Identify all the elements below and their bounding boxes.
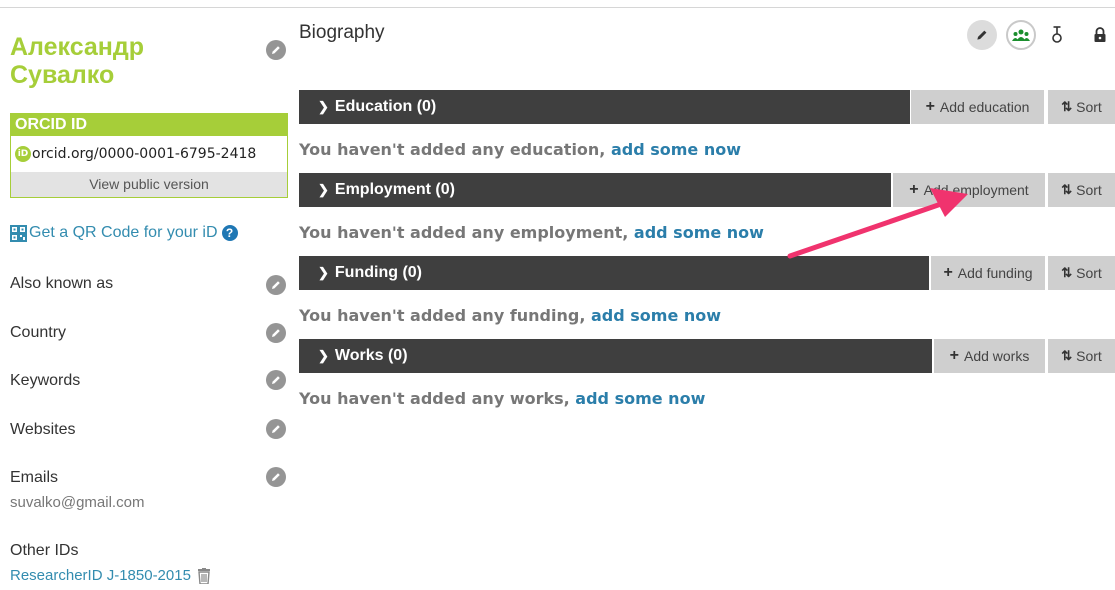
edit-also-known-as-pencil-icon[interactable] (266, 275, 286, 295)
works-title: Works (0) (334, 347, 408, 364)
edit-websites-pencil-icon[interactable] (266, 419, 286, 439)
keywords-label: Keywords (10, 372, 81, 389)
sort-education-button[interactable]: ⇅ Sort (1048, 90, 1115, 124)
funding-section-header[interactable]: ❯ Funding (0) (299, 256, 929, 290)
add-education-button[interactable]: + Add education (911, 90, 1044, 124)
add-education-label: Add education (939, 99, 1030, 115)
other-ids-label: Other IDs (10, 542, 79, 559)
works-empty-text: You haven't added any works, (299, 389, 576, 408)
add-funding-button[interactable]: + Add funding (931, 256, 1045, 290)
add-funding-label: Add funding (957, 265, 1033, 281)
education-title: Education (0) (334, 98, 437, 115)
add-education-link[interactable]: add some now (611, 140, 741, 159)
sort-label: Sort (1076, 99, 1102, 115)
pencil-icon[interactable] (967, 20, 997, 50)
add-employment-link[interactable]: add some now (634, 223, 764, 242)
profile-sidebar: Александр Сувалко ORCID ID iD orcid.org/… (0, 0, 300, 590)
education-empty-message: You haven't added any education, add som… (299, 140, 741, 159)
plus-icon: + (925, 98, 935, 115)
works-empty-message: You haven't added any works, add some no… (299, 389, 705, 408)
chevron-down-icon: ❯ (318, 265, 329, 280)
chevron-down-icon: ❯ (318, 348, 329, 363)
sort-works-button[interactable]: ⇅ Sort (1048, 339, 1115, 373)
sort-icon: ⇅ (1061, 265, 1073, 280)
privacy-selector (967, 20, 1115, 52)
lock-icon[interactable] (1085, 20, 1115, 50)
orcid-id-box: ORCID ID iD orcid.org/0000-0001-6795-241… (10, 113, 288, 198)
add-funding-link[interactable]: add some now (591, 306, 721, 325)
add-works-button[interactable]: + Add works (934, 339, 1045, 373)
edit-country-pencil-icon[interactable] (266, 323, 286, 343)
add-works-link[interactable]: add some now (575, 389, 705, 408)
employment-title: Employment (0) (334, 181, 455, 198)
edit-keywords-pencil-icon[interactable] (266, 370, 286, 390)
websites-label: Websites (10, 421, 76, 438)
funding-empty-message: You haven't added any funding, add some … (299, 306, 721, 325)
email-value: suvalko@gmail.com (10, 494, 145, 511)
also-known-as-label: Also known as (10, 275, 114, 292)
education-empty-text: You haven't added any education, (299, 140, 611, 159)
emails-label: Emails (10, 469, 59, 486)
plus-icon: + (949, 347, 959, 364)
add-works-label: Add works (963, 348, 1030, 364)
chevron-down-icon: ❯ (318, 182, 329, 197)
add-employment-button[interactable]: + Add employment (893, 173, 1045, 207)
orcid-url-row: iD orcid.org/0000-0001-6795-2418 (11, 136, 287, 172)
researcher-id-row: ResearcherID J-1850-2015 (10, 567, 211, 584)
biography-heading: Biography (299, 22, 385, 43)
sort-icon: ⇅ (1061, 99, 1073, 114)
add-employment-label: Add employment (923, 182, 1029, 198)
orcid-url: orcid.org/0000-0001-6795-2418 (32, 146, 257, 162)
help-icon[interactable]: ? (221, 225, 238, 241)
qr-code-link[interactable]: Get a QR Code for your iD ? (10, 224, 238, 242)
works-section-header[interactable]: ❯ Works (0) (299, 339, 932, 373)
orcid-id-icon: iD (15, 146, 31, 162)
education-section-header[interactable]: ❯ Education (0) (299, 90, 910, 124)
employment-empty-text: You haven't added any employment, (299, 223, 634, 242)
limited-icon[interactable] (1042, 20, 1072, 50)
chevron-down-icon: ❯ (318, 99, 329, 114)
qr-code-icon (10, 224, 27, 242)
funding-title: Funding (0) (334, 264, 422, 281)
researcher-id-link[interactable]: ResearcherID J-1850-2015 (10, 567, 191, 584)
employment-section-header[interactable]: ❯ Employment (0) (299, 173, 891, 207)
country-label: Country (10, 324, 67, 341)
sort-employment-button[interactable]: ⇅ Sort (1048, 173, 1115, 207)
employment-empty-message: You haven't added any employment, add so… (299, 223, 764, 242)
funding-empty-text: You haven't added any funding, (299, 306, 591, 325)
sort-label: Sort (1076, 265, 1102, 281)
sort-icon: ⇅ (1061, 182, 1073, 197)
plus-icon: + (909, 181, 919, 198)
sort-label: Sort (1076, 182, 1102, 198)
edit-name-pencil-icon[interactable] (266, 40, 286, 60)
qr-code-text: Get a QR Code for your iD (29, 224, 218, 241)
plus-icon: + (943, 264, 953, 281)
sort-funding-button[interactable]: ⇅ Sort (1048, 256, 1115, 290)
everyone-icon[interactable] (1006, 20, 1036, 50)
edit-emails-pencil-icon[interactable] (266, 467, 286, 487)
orcid-id-label: ORCID ID (11, 114, 287, 136)
trash-icon[interactable] (197, 567, 211, 584)
sort-icon: ⇅ (1061, 348, 1073, 363)
view-public-version-button[interactable]: View public version (11, 172, 287, 197)
sort-label: Sort (1076, 348, 1102, 364)
profile-name: Александр Сувалко (10, 33, 145, 89)
